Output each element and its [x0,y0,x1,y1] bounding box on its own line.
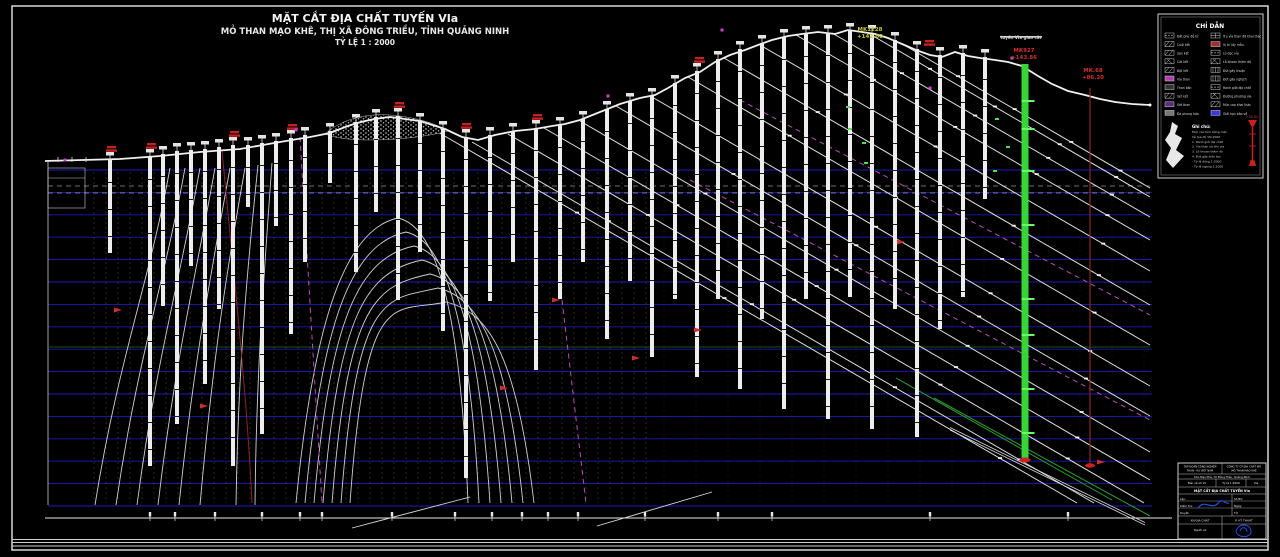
mk68-name-label: MK.68 [1083,68,1103,74]
svg-text:- Tỷ lệ ngang 1:2000: - Tỷ lệ ngang 1:2000 [1192,164,1223,168]
legend-note-heading: Ghi chú: [1192,124,1211,129]
svg-text:hệ tọa độ VN-2000.: hệ tọa độ VN-2000. [1192,135,1221,139]
svg-text:Vỉa than: Vỉa than [1177,77,1190,81]
station-note-label: tuyến VIa giao cắt [1000,35,1041,40]
svg-text:Ranh giới địa chất: Ranh giới địa chất [1223,86,1252,90]
svg-text:Kiểm tra:: Kiểm tra: [1180,503,1193,508]
svg-text:Đất phủ đệ tứ: Đất phủ đệ tứ [1177,34,1199,38]
svg-text:Than bẩn: Than bẩn [1176,85,1192,90]
mk927-elev-label: +143.86 [1011,55,1037,61]
svg-text:Người vẽ: Người vẽ [1194,528,1207,532]
svg-text:Số BV:: Số BV: [1234,497,1243,501]
svg-text:Vị trí lấy mẫu: Vị trí lấy mẫu [1223,42,1244,47]
svg-text:Khu Mạo Khê, TX Đông Triều, Qu: Khu Mạo Khê, TX Đông Triều, Quảng Ninh [1194,475,1250,479]
mk1228-name-label: MK1228 [857,27,882,33]
svg-text:Đá phong hóa: Đá phong hóa [1177,112,1199,116]
svg-text:4. Đứt gãy kiến tạo: 4. Đứt gãy kiến tạo [1192,155,1221,159]
svg-text:VIa: VIa [1254,481,1259,485]
svg-text:Tỷ lệ 1:2000: Tỷ lệ 1:2000 [1221,481,1240,485]
legend-title: CHỈ DẪN [1196,22,1224,30]
title-line-2: MỎ THAN MẠO KHÊ, THỊ XÃ ĐÔNG TRIỀU, TỈNH… [221,24,509,37]
elevation-scale-label: +30.00 [1246,115,1259,119]
svg-text:XN ĐỊA CHẤT: XN ĐỊA CHẤT [1191,517,1210,522]
mk927-name-label: MK927 [1013,48,1034,54]
svg-text:Cát kết: Cát kết [1177,60,1189,64]
svg-text:Lỗ khoan thăm dò: Lỗ khoan thăm dò [1223,59,1251,64]
svg-text:P. KỸ THUẬT: P. KỸ THUẬT [1235,517,1253,522]
svg-text:1. Ranh giới địa chất: 1. Ranh giới địa chất [1192,140,1224,144]
svg-text:Sạn kết: Sạn kết [1177,52,1189,56]
legend-box: CHỈ DẪN Đất phủ đệ tứ Cuội kết Sạn kết Cát … [1158,14,1263,178]
title-line-1: MẶT CẮT ĐỊA CHẤT TUYẾN VIa [272,10,458,25]
svg-text:Bản vẽ số 15: Bản vẽ số 15 [1188,481,1206,485]
svg-text:Lập:: Lập: [1180,497,1186,501]
svg-text:- Tỷ lệ đứng 1:2000: - Tỷ lệ đứng 1:2000 [1192,159,1221,163]
svg-text:Bột kết: Bột kết [1177,69,1189,73]
svg-text:Mức cao khai thác: Mức cao khai thác [1223,103,1251,107]
svg-text:Ngày:: Ngày: [1234,504,1242,508]
svg-text:Sét kết: Sét kết [1177,95,1189,99]
borehole-layer [106,23,1095,478]
svg-text:Giới hạn bảo vệ: Giới hạn bảo vệ [1223,112,1247,116]
svg-text:Đứt gãy thuận: Đứt gãy thuận [1223,69,1245,73]
title-block: TẬP ĐOÀN CÔNG NGHIỆPTHAN - KS VIỆT NAMCÔ… [1178,463,1266,539]
svg-text:Cuội kết: Cuội kết [1177,43,1191,47]
geological-cross-section-canvas: MẶT CẮT ĐỊA CHẤT TUYẾN VIa MỎ THAN MẠO K… [0,0,1280,557]
svg-text:2. Vỉa than và tên vỉa: 2. Vỉa than và tên vỉa [1192,145,1224,149]
svg-text:Lò dọc vỉa: Lò dọc vỉa [1223,52,1239,56]
svg-text:Đường phương vỉa: Đường phương vỉa [1223,95,1252,99]
mk68-elev-label: +86.20 [1082,75,1104,81]
svg-text:Trụ vỉa than đã khai thác: Trụ vỉa than đã khai thác [1222,34,1262,38]
svg-text:Mức cao tính bằng mét,: Mức cao tính bằng mét, [1192,129,1228,134]
svg-text:Đứt gãy nghịch: Đứt gãy nghịch [1223,77,1247,81]
svg-text:Duyệt:: Duyệt: [1180,511,1189,515]
grid-layer [48,162,1152,506]
cad-drawing-stage: MẶT CẮT ĐỊA CHẤT TUYẾN VIa MỎ THAN MẠO K… [0,0,1280,557]
svg-text:Tờ:: Tờ: [1233,511,1238,515]
svg-text:3. Lỗ khoan thăm dò: 3. Lỗ khoan thăm dò [1192,149,1223,154]
title-line-3: TỶ LỆ 1 : 2000 [335,37,395,47]
mk1228-elev-label: +142.00 [857,34,883,40]
drawing-title: MẶT CẮT ĐỊA CHẤT TUYẾN VIa MỎ THAN MẠO K… [221,10,509,47]
drawing-border [12,6,1268,550]
svg-text:Sét than: Sét than [1177,103,1190,107]
